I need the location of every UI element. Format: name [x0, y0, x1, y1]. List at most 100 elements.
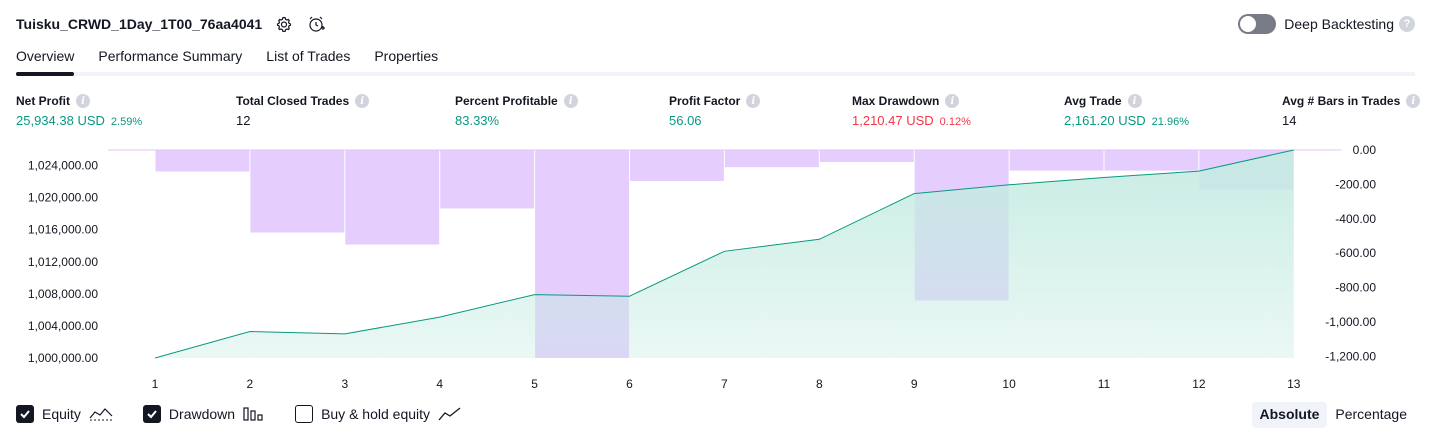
metric-total-closed-trades: Total Closed Trades i 12	[236, 93, 370, 129]
left-tick-label: 1,008,000.00	[28, 287, 98, 301]
right-tick-label: -400.00	[1335, 212, 1376, 226]
legend-equity-label: Equity	[42, 406, 81, 422]
left-tick-label: 1,000,000.00	[28, 351, 98, 365]
strategy-name: Tuisku_CRWD_1Day_1T00_76aa4041	[16, 16, 263, 32]
bar-chart-icon	[243, 406, 265, 422]
metric-percent: 21.96%	[1151, 116, 1189, 128]
drawdown-bar	[345, 150, 440, 245]
metric-profit-factor: Profit Factor i 56.06	[669, 93, 761, 129]
absolute-button[interactable]: Absolute	[1251, 402, 1328, 428]
right-tick-label: -1,000.00	[1325, 315, 1376, 329]
left-tick-label: 1,024,000.00	[28, 159, 98, 173]
legend-buy-hold-label: Buy & hold equity	[321, 406, 431, 422]
left-axis: 1,000,000.00 1,004,000.00 1,008,000.00 1,01…	[28, 159, 98, 365]
chart-legend: Equity Drawdown Buy & hold equity	[16, 403, 492, 425]
metric-avg-trade: Avg Trade i 2,161.20 USD 21.96%	[1064, 93, 1189, 129]
metric-avg-bars: Avg # Bars in Trades i 14	[1282, 93, 1421, 129]
left-tick-label: 1,004,000.00	[28, 319, 98, 333]
metric-label: Avg # Bars in Trades	[1282, 94, 1401, 108]
metric-percent: 0.12%	[939, 116, 971, 128]
equity-line-icon	[89, 406, 113, 422]
x-tick-label: 10	[1002, 377, 1016, 391]
value-mode-switch: Absolute Percentage	[1251, 402, 1416, 428]
info-icon[interactable]: i	[746, 94, 761, 108]
deep-backtesting-label: Deep Backtesting	[1284, 16, 1394, 32]
equity-drawdown-chart: 1,000,000.00 1,004,000.00 1,008,000.00 1,01…	[28, 143, 1376, 391]
x-tick-label: 9	[911, 377, 918, 391]
tab-list-of-trades[interactable]: List of Trades	[266, 44, 350, 72]
metric-value: 14	[1282, 113, 1297, 128]
x-tick-label: 12	[1192, 377, 1206, 391]
info-icon[interactable]: i	[355, 94, 370, 108]
left-tick-label: 1,012,000.00	[28, 255, 98, 269]
x-tick-label: 13	[1287, 377, 1301, 391]
info-icon[interactable]: i	[1127, 94, 1142, 108]
percentage-button[interactable]: Percentage	[1327, 402, 1415, 428]
drawdown-checkbox[interactable]	[142, 405, 161, 423]
right-tick-label: -200.00	[1335, 177, 1376, 191]
info-icon[interactable]: i	[76, 94, 90, 108]
x-tick-label: 4	[436, 377, 443, 391]
right-tick-label: -800.00	[1335, 281, 1376, 295]
metric-label: Percent Profitable	[455, 94, 558, 108]
x-tick-label: 6	[626, 377, 633, 391]
x-tick-label: 8	[816, 377, 823, 391]
metric-percent: 2.59%	[110, 116, 143, 128]
trend-line-icon	[438, 406, 462, 422]
right-tick-label: -1,200.00	[1325, 349, 1376, 363]
legend-equity[interactable]: Equity	[16, 405, 113, 423]
help-icon[interactable]: ?	[1399, 16, 1415, 32]
buy-hold-checkbox[interactable]	[295, 405, 314, 423]
drawdown-bar	[155, 150, 250, 172]
drawdown-bar	[1104, 150, 1199, 171]
right-tick-label: -600.00	[1335, 246, 1376, 260]
info-icon[interactable]: i	[945, 94, 960, 108]
gear-icon[interactable]	[274, 14, 294, 34]
metric-value: 83.33%	[455, 113, 500, 128]
drawdown-bar	[724, 150, 819, 168]
drawdown-bar	[250, 150, 345, 233]
x-tick-label: 7	[721, 377, 728, 391]
x-tick-label: 11	[1098, 377, 1111, 391]
metric-label: Profit Factor	[669, 94, 741, 108]
drawdown-bar	[440, 150, 535, 209]
metric-label: Net Profit	[16, 94, 70, 108]
metric-value: 56.06	[669, 113, 702, 128]
x-tick-label: 1	[152, 377, 159, 391]
x-axis: 1 2 3 4 5 6 7 8 9 10 11 12 13	[152, 377, 1301, 391]
metric-value: 12	[236, 113, 251, 128]
metric-value: 25,934.38 USD	[16, 113, 105, 128]
report-tabs: Overview Performance Summary List of Tra…	[16, 44, 1415, 76]
tab-performance-summary[interactable]: Performance Summary	[98, 44, 242, 72]
metric-percent-profitable: Percent Profitable i 83.33%	[455, 93, 578, 129]
x-tick-label: 2	[247, 377, 254, 391]
metric-value: 2,161.20 USD	[1064, 113, 1146, 128]
report-header: Tuisku_CRWD_1Day_1T00_76aa4041	[16, 12, 326, 36]
deep-backtesting: Deep Backtesting ?	[1238, 12, 1415, 36]
metric-label: Max Drawdown	[852, 94, 940, 108]
x-tick-label: 5	[531, 377, 538, 391]
deep-backtesting-toggle[interactable]	[1238, 14, 1277, 34]
metric-label: Avg Trade	[1064, 94, 1122, 108]
metric-label: Total Closed Trades	[236, 94, 350, 108]
drawdown-bar	[1009, 150, 1104, 171]
equity-checkbox[interactable]	[16, 405, 34, 423]
tab-overview[interactable]: Overview	[16, 44, 75, 76]
drawdown-bar	[819, 150, 914, 163]
left-tick-label: 1,020,000.00	[28, 191, 98, 205]
metric-value: 1,210.47 USD	[852, 113, 934, 128]
metric-net-profit: Net Profit i 25,934.38 USD 2.59%	[16, 93, 142, 129]
legend-drawdown[interactable]: Drawdown	[142, 405, 265, 423]
info-icon[interactable]: i	[1406, 94, 1421, 108]
left-tick-label: 1,016,000.00	[28, 223, 98, 237]
x-tick-label: 3	[341, 377, 348, 391]
metric-max-drawdown: Max Drawdown i 1,210.47 USD 0.12%	[852, 93, 971, 129]
alarm-clock-plus-icon[interactable]	[306, 14, 326, 34]
tab-properties[interactable]: Properties	[374, 44, 438, 72]
right-tick-label: 0.00	[1353, 143, 1377, 157]
legend-drawdown-label: Drawdown	[168, 406, 236, 422]
drawdown-bar	[630, 150, 724, 181]
info-icon[interactable]: i	[563, 94, 578, 108]
legend-buy-hold[interactable]: Buy & hold equity	[295, 405, 462, 423]
right-axis: 0.00 -200.00 -400.00 -600.00 -800.00 -1,000.0…	[1325, 143, 1376, 363]
